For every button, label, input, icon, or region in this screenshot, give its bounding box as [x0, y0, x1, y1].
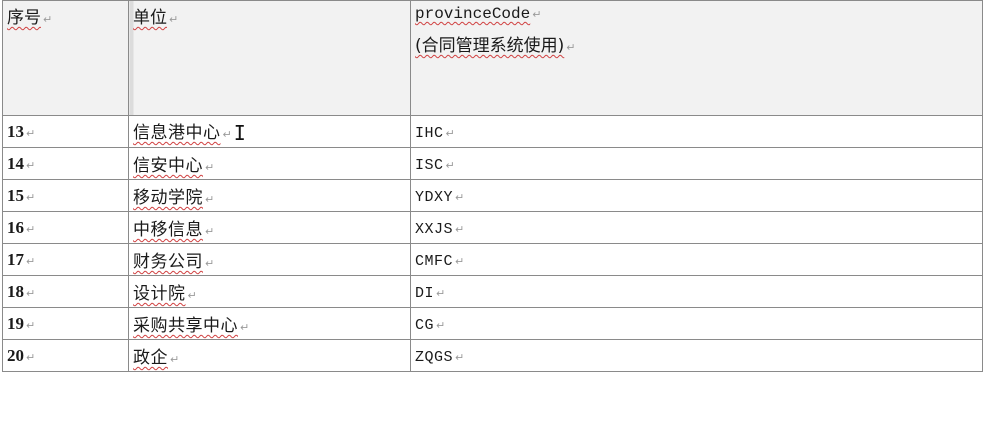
table-row: 17 ↵ 财务公司 ↵ CMFC ↵ — [2, 243, 983, 276]
province-code: ZQGS — [415, 348, 454, 366]
paragraph-mark-icon: ↵ — [26, 190, 36, 204]
unit-name: 中移信息 — [133, 220, 203, 240]
paragraph-mark-icon: ↵ — [436, 286, 446, 300]
cell-code[interactable]: ISC ↵ — [410, 147, 983, 180]
cell-num[interactable]: 18 ↵ — [2, 275, 129, 308]
paragraph-mark-icon: ↵ — [187, 289, 197, 302]
paragraph-mark-icon: ↵ — [205, 193, 215, 206]
row-number: 17 — [7, 249, 24, 269]
cell-num[interactable]: 14 ↵ — [2, 147, 129, 180]
cell-code[interactable]: DI ↵ — [410, 275, 983, 308]
cell-code[interactable]: CG ↵ — [410, 307, 983, 340]
unit-code-table: 序号 ↵ 单位 ↵ provinceCode ↵ (合同管理系统使用) ↵ 13 ↵ 信息… — [2, 0, 983, 372]
unit-name: 财务公司 — [133, 252, 203, 272]
row-number: 13 — [7, 121, 24, 141]
paragraph-mark-icon: ↵ — [26, 254, 36, 268]
table-body: 序号 ↵ 单位 ↵ provinceCode ↵ (合同管理系统使用) ↵ 13 ↵ 信息… — [2, 0, 983, 372]
paragraph-mark-icon: ↵ — [205, 257, 215, 270]
table-row: 20 ↵ 政企 ↵ ZQGS ↵ — [2, 339, 983, 372]
header-code-sublabel: (合同管理系统使用) — [415, 36, 565, 56]
text-cursor-icon: I — [233, 121, 246, 145]
header-num-label: 序号 — [7, 8, 41, 28]
province-code: ISC — [415, 156, 444, 174]
paragraph-mark-icon: ↵ — [455, 350, 465, 364]
row-number: 18 — [7, 281, 24, 301]
cell-code[interactable]: YDXY ↵ — [410, 179, 983, 212]
table-row: 19 ↵ 采购共享中心 ↵ CG ↵ — [2, 307, 983, 340]
cell-num[interactable]: 17 ↵ — [2, 243, 129, 276]
paragraph-mark-icon: ↵ — [205, 161, 215, 174]
cell-code[interactable]: ZQGS ↵ — [410, 339, 983, 372]
paragraph-mark-icon: ↵ — [445, 158, 455, 172]
cell-unit[interactable]: 采购共享中心 ↵ — [128, 307, 411, 340]
province-code: DI — [415, 284, 435, 302]
paragraph-mark-icon: ↵ — [26, 286, 36, 300]
cell-num[interactable]: 19 ↵ — [2, 307, 129, 340]
table-row: 15 ↵ 移动学院 ↵ YDXY ↵ — [2, 179, 983, 212]
cell-code[interactable]: XXJS ↵ — [410, 211, 983, 244]
paragraph-mark-icon: ↵ — [436, 318, 446, 332]
paragraph-mark-icon: ↵ — [26, 158, 36, 172]
row-number: 15 — [7, 185, 24, 205]
paragraph-mark-icon: ↵ — [170, 353, 180, 366]
paragraph-mark-icon: ↵ — [205, 225, 215, 238]
row-number: 19 — [7, 313, 24, 333]
paragraph-mark-icon: ↵ — [455, 222, 465, 236]
paragraph-mark-icon: ↵ — [445, 126, 455, 140]
paragraph-mark-icon: ↵ — [455, 254, 465, 268]
table-row: 16 ↵ 中移信息 ↵ XXJS ↵ — [2, 211, 983, 244]
unit-name: 设计院 — [133, 284, 186, 304]
header-cell-code[interactable]: provinceCode ↵ (合同管理系统使用) ↵ — [410, 0, 983, 116]
paragraph-mark-icon: ↵ — [222, 128, 232, 141]
table-row: 18 ↵ 设计院 ↵ DI ↵ — [2, 275, 983, 308]
paragraph-mark-icon: ↵ — [26, 222, 36, 236]
cell-unit[interactable]: 政企 ↵ — [128, 339, 411, 372]
header-unit-label: 单位 — [133, 8, 167, 28]
cell-unit[interactable]: 信息港中心 ↵ I — [128, 115, 411, 148]
row-number: 20 — [7, 345, 24, 365]
row-number: 16 — [7, 217, 24, 237]
cell-code[interactable]: CMFC ↵ — [410, 243, 983, 276]
header-cell-num[interactable]: 序号 ↵ — [2, 0, 129, 116]
table-row: 14 ↵ 信安中心 ↵ ISC ↵ — [2, 147, 983, 180]
cell-unit[interactable]: 设计院 ↵ — [128, 275, 411, 308]
paragraph-mark-icon: ↵ — [43, 13, 53, 26]
cell-num[interactable]: 16 ↵ — [2, 211, 129, 244]
unit-name: 采购共享中心 — [133, 316, 238, 336]
paragraph-mark-icon: ↵ — [169, 13, 179, 26]
unit-name: 政企 — [133, 348, 168, 368]
paragraph-mark-icon: ↵ — [240, 321, 250, 334]
table-row: 13 ↵ 信息港中心 ↵ I IHC ↵ — [2, 115, 983, 148]
unit-name: 信安中心 — [133, 156, 203, 176]
header-cell-unit[interactable]: 单位 ↵ — [128, 0, 411, 116]
cell-unit[interactable]: 中移信息 ↵ — [128, 211, 411, 244]
row-number: 14 — [7, 153, 24, 173]
province-code: CG — [415, 316, 435, 334]
cell-code[interactable]: IHC ↵ — [410, 115, 983, 148]
cell-num[interactable]: 15 ↵ — [2, 179, 129, 212]
province-code: CMFC — [415, 252, 454, 270]
paragraph-mark-icon: ↵ — [26, 126, 36, 140]
table-header-row: 序号 ↵ 单位 ↵ provinceCode ↵ (合同管理系统使用) ↵ — [2, 0, 983, 116]
paragraph-mark-icon: ↵ — [566, 41, 576, 54]
paragraph-mark-icon: ↵ — [455, 190, 465, 204]
province-code: IHC — [415, 124, 444, 142]
cell-unit[interactable]: 移动学院 ↵ — [128, 179, 411, 212]
paragraph-mark-icon: ↵ — [26, 350, 36, 364]
cell-unit[interactable]: 财务公司 ↵ — [128, 243, 411, 276]
cell-num[interactable]: 13 ↵ — [2, 115, 129, 148]
header-code-label: provinceCode — [415, 5, 531, 23]
cell-unit[interactable]: 信安中心 ↵ — [128, 147, 411, 180]
paragraph-mark-icon: ↵ — [26, 318, 36, 332]
unit-name: 移动学院 — [133, 188, 203, 208]
cell-num[interactable]: 20 ↵ — [2, 339, 129, 372]
unit-name: 信息港中心 — [133, 123, 221, 143]
province-code: YDXY — [415, 188, 454, 206]
province-code: XXJS — [415, 220, 454, 238]
paragraph-mark-icon: ↵ — [532, 8, 542, 21]
